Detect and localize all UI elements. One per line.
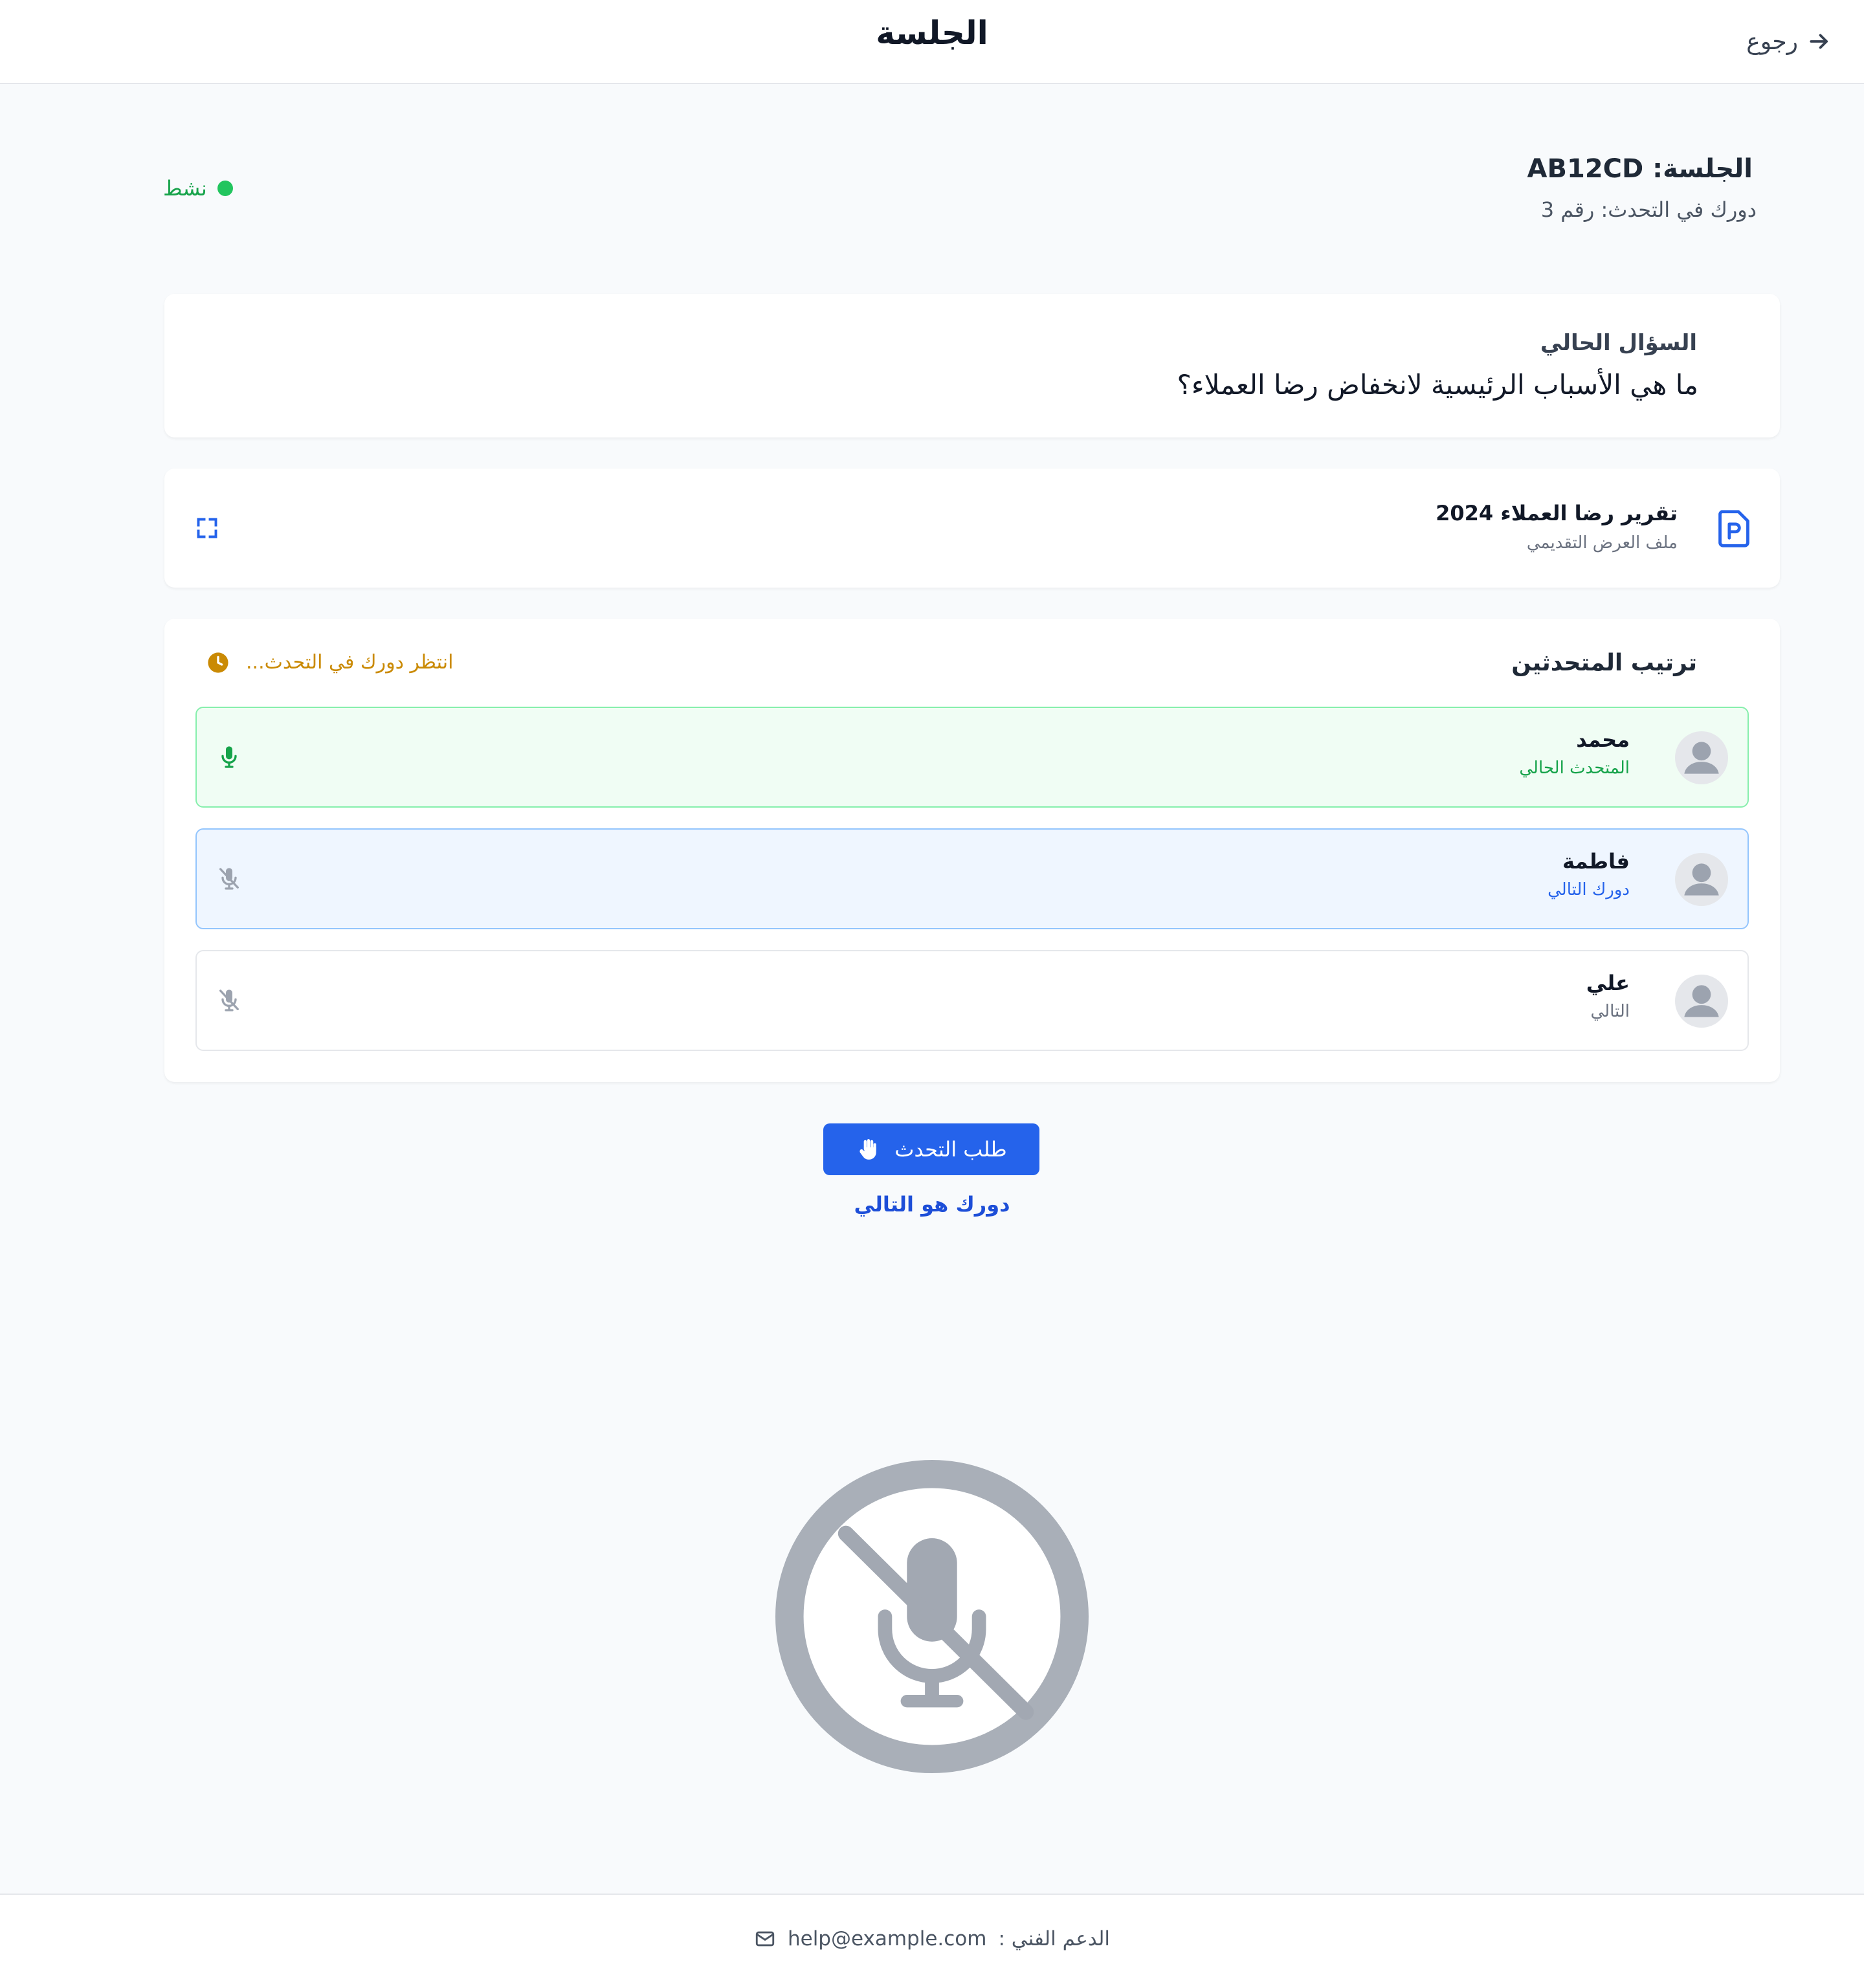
user-avatar-icon xyxy=(1684,742,1719,774)
wait-status-label: انتظر دورك في التحدث... xyxy=(246,651,454,674)
arrow-right-icon xyxy=(1810,34,1828,49)
microphone-muted-large-icon xyxy=(775,1460,1089,1773)
speaker-name: محمد xyxy=(1576,727,1630,752)
speaker-status: المتحدث الحالي xyxy=(1519,758,1630,778)
page-title: الجلسة xyxy=(876,14,988,52)
session-title: الجلسة: AB12CD xyxy=(1527,154,1753,184)
top-bar: الجلسة رجوع xyxy=(0,0,1864,84)
support-contact: help@example.com الدعم الفني : xyxy=(0,1927,1864,1950)
queue-title: ترتيب المتحدثين xyxy=(1511,650,1697,676)
microphone-muted-icon xyxy=(219,868,239,890)
presentation-file-card[interactable]: تقرير رضا العملاء 2024 ملف العرض التقديم… xyxy=(164,469,1780,588)
wait-status: انتظر دورك في التحدث... xyxy=(207,651,453,674)
request-to-speak-label: طلب التحدث xyxy=(894,1137,1007,1162)
mail-icon xyxy=(755,1931,775,1947)
back-button[interactable]: رجوع xyxy=(1746,23,1832,60)
support-email[interactable]: help@example.com xyxy=(788,1927,987,1950)
avatar xyxy=(1675,731,1728,784)
presentation-name: تقرير رضا العملاء 2024 xyxy=(1436,501,1678,525)
request-to-speak-button[interactable]: طلب التحدث xyxy=(823,1123,1039,1175)
clock-icon xyxy=(208,652,228,673)
question-label: السؤال الحالي xyxy=(1540,330,1697,356)
microphone-icon xyxy=(221,746,237,768)
speaker-name: فاطمة xyxy=(1562,849,1630,874)
speaker-status: دورك التالي xyxy=(1548,880,1630,900)
presentation-file-icon xyxy=(1718,510,1749,547)
user-avatar-icon xyxy=(1684,985,1719,1017)
speaker-queue-card: ترتيب المتحدثين انتظر دورك في التحدث... … xyxy=(164,619,1780,1082)
session-status: نشط xyxy=(163,176,233,201)
speaker-row-next: فاطمة دورك التالي xyxy=(195,828,1749,929)
user-avatar-icon xyxy=(1684,863,1719,896)
microphone-muted-icon xyxy=(219,989,239,1011)
presentation-type-label: ملف العرض التقديمي xyxy=(1526,533,1678,553)
speaker-name: علي xyxy=(1586,971,1630,995)
status-dot-icon xyxy=(217,181,233,196)
avatar xyxy=(1675,975,1728,1028)
speaker-status: التالي xyxy=(1590,1002,1630,1021)
status-label: نشط xyxy=(163,176,207,201)
support-label: الدعم الفني : xyxy=(998,1927,1111,1950)
speaking-turn-info: دورك في التحدث: رقم 3 xyxy=(1540,197,1757,222)
fullscreen-icon[interactable] xyxy=(195,516,219,540)
raised-hand-icon xyxy=(860,1139,876,1160)
speaker-row-waiting: علي التالي xyxy=(195,950,1749,1051)
speaker-row-current: محمد المتحدث الحالي xyxy=(195,707,1749,808)
back-label: رجوع xyxy=(1746,28,1798,55)
footer: help@example.com الدعم الفني : xyxy=(0,1894,1864,1988)
question-text: ما هي الأسباب الرئيسية لانخفاض رضا العمل… xyxy=(1177,369,1698,401)
next-turn-note: دورك هو التالي xyxy=(854,1192,1010,1217)
avatar xyxy=(1675,853,1728,906)
current-question-card: السؤال الحالي ما هي الأسباب الرئيسية لان… xyxy=(164,294,1780,437)
